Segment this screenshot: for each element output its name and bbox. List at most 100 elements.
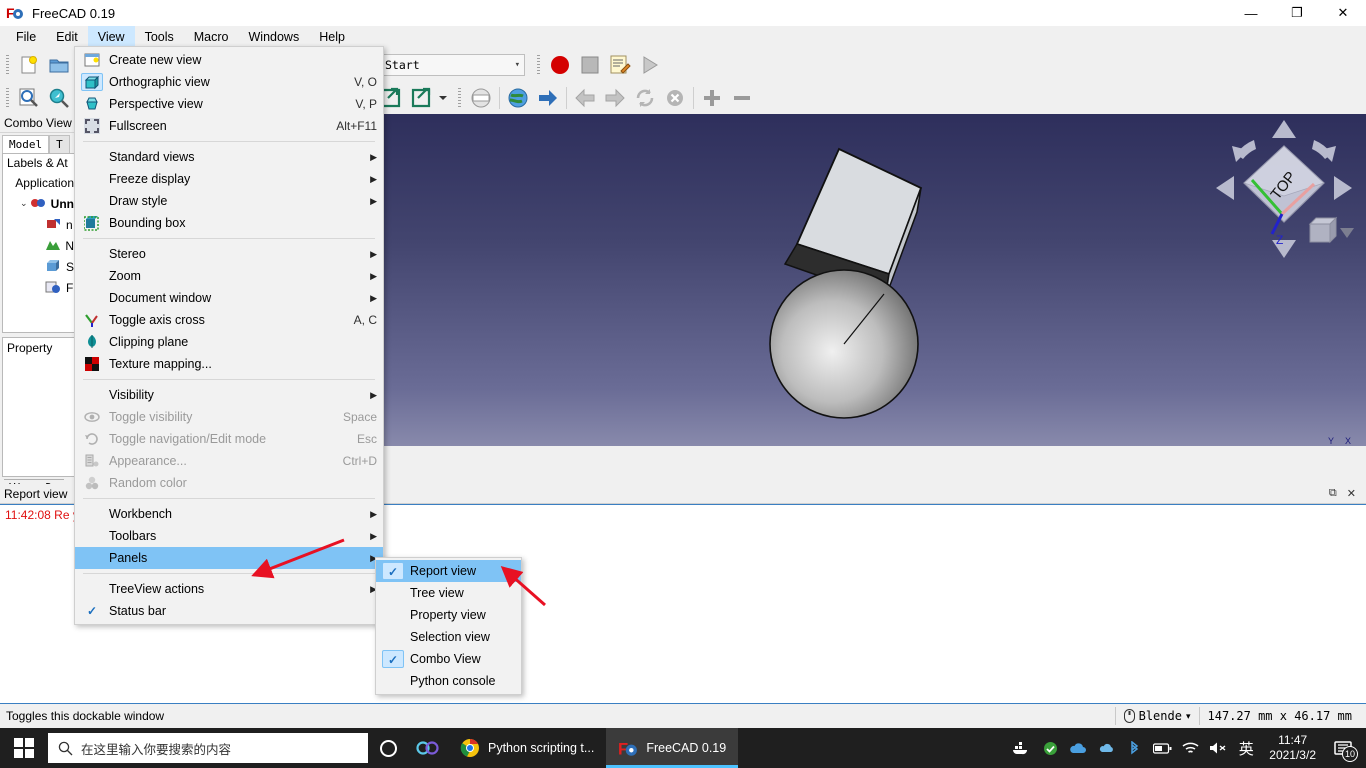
maximize-button[interactable]: ❐: [1274, 0, 1320, 26]
zoom-area-icon[interactable]: [44, 84, 74, 112]
ime-icon[interactable]: 英: [1233, 728, 1259, 768]
workbench-selector[interactable]: Start ▾: [360, 53, 525, 76]
panels-menu-item-property-view[interactable]: Property view: [376, 604, 521, 626]
toolbar-grip[interactable]: [4, 86, 12, 110]
zoom-in-icon[interactable]: [697, 84, 727, 112]
clock-time: 11:47: [1278, 733, 1308, 747]
tree-item[interactable]: Application: [3, 172, 74, 193]
tree-item[interactable]: N: [3, 235, 74, 256]
combo-view-tab-t[interactable]: T: [49, 135, 70, 153]
toolbar-grip[interactable]: [456, 86, 464, 110]
new-document-icon[interactable]: [14, 51, 44, 79]
browser-icon[interactable]: [466, 84, 496, 112]
menu-item-panels[interactable]: Panels ▶: [75, 547, 383, 569]
chevron-down-icon[interactable]: [436, 84, 450, 112]
menu-item-create-new-view[interactable]: Create new view: [75, 49, 383, 71]
menu-item-zoom[interactable]: Zoom ▶: [75, 265, 383, 287]
chevron-down-icon[interactable]: ⌄: [17, 198, 30, 209]
menubar-item-tools[interactable]: Tools: [135, 26, 184, 48]
property-header: Property: [7, 341, 53, 355]
battery-meter-icon[interactable]: [1149, 728, 1175, 768]
cortana-icon[interactable]: [368, 728, 408, 768]
menubar-item-file[interactable]: File: [6, 26, 46, 48]
wifi-icon[interactable]: [1177, 728, 1203, 768]
zoom-out-icon[interactable]: [727, 84, 757, 112]
toolbar-grip[interactable]: [535, 53, 543, 77]
import-icon[interactable]: [406, 84, 436, 112]
open-folder-icon[interactable]: [44, 51, 74, 79]
combo-view-tab-model[interactable]: Model: [2, 135, 50, 153]
bluetooth-icon[interactable]: [1121, 728, 1147, 768]
panels-menu-item-report-view[interactable]: ✓ Report view: [376, 560, 521, 582]
menu-item-clipping-plane[interactable]: Clipping plane: [75, 331, 383, 353]
panels-menu-item-selection-view[interactable]: Selection view: [376, 626, 521, 648]
menu-item-freeze-display[interactable]: Freeze display ▶: [75, 168, 383, 190]
menu-item-workbench[interactable]: Workbench ▶: [75, 503, 383, 525]
report-view-title: Report view: [4, 486, 68, 501]
menu-item-status-bar[interactable]: ✓ Status bar: [75, 600, 383, 622]
navigation-cube[interactable]: TOP Z: [1214, 118, 1354, 266]
property-editor[interactable]: Property: [2, 337, 75, 477]
menu-item-perspective-view[interactable]: Perspective view V, P: [75, 93, 383, 115]
macro-record-icon[interactable]: [545, 51, 575, 79]
taskbar-app-chrome[interactable]: Python scripting t...: [448, 728, 606, 768]
stop-icon[interactable]: [660, 84, 690, 112]
notifications-icon[interactable]: 10: [1326, 728, 1360, 768]
taskbar-search-box[interactable]: 在这里输入你要搜索的内容: [48, 733, 368, 763]
volume-mute-icon[interactable]: [1205, 728, 1231, 768]
menu-item-fullscreen[interactable]: Fullscreen Alt+F11: [75, 115, 383, 137]
restore-icon[interactable]: ⧉: [1329, 487, 1337, 500]
menubar-item-help[interactable]: Help: [309, 26, 355, 48]
menubar-item-edit[interactable]: Edit: [46, 26, 88, 48]
sphere-solid: [769, 269, 919, 419]
menu-item-stereo[interactable]: Stereo ▶: [75, 243, 383, 265]
back-icon[interactable]: [570, 84, 600, 112]
menu-item-bounding-box[interactable]: Bounding box: [75, 212, 383, 234]
menu-item-texture-mapping[interactable]: Texture mapping...: [75, 353, 383, 375]
macro-stop-icon[interactable]: [575, 51, 605, 79]
docker-icon[interactable]: [1009, 728, 1035, 768]
taskbar-clock[interactable]: 11:47 2021/3/2: [1261, 733, 1324, 763]
reload-icon[interactable]: [630, 84, 660, 112]
menubar-item-windows[interactable]: Windows: [239, 26, 310, 48]
menu-item-standard-views[interactable]: Standard views ▶: [75, 146, 383, 168]
zoom-fit-icon[interactable]: [14, 84, 44, 112]
cloud-icon[interactable]: [1093, 728, 1119, 768]
panels-menu-item-python-console[interactable]: Python console: [376, 670, 521, 692]
go-icon[interactable]: [533, 84, 563, 112]
tree-item[interactable]: S: [3, 256, 74, 277]
tree-item[interactable]: ⌄ Unn: [3, 193, 74, 214]
menu-item-visibility[interactable]: Visibility ▶: [75, 384, 383, 406]
forward-icon[interactable]: [600, 84, 630, 112]
taskbar-app-label: FreeCAD 0.19: [646, 741, 727, 755]
menu-item-toolbars[interactable]: Toolbars ▶: [75, 525, 383, 547]
menu-item-toggle-axis-cross[interactable]: Toggle axis cross A, C: [75, 309, 383, 331]
menu-item-document-window[interactable]: Document window ▶: [75, 287, 383, 309]
menu-item-treeview-actions[interactable]: TreeView actions ▶: [75, 578, 383, 600]
close-button[interactable]: ✕: [1320, 0, 1366, 26]
menu-item-draw-style[interactable]: Draw style ▶: [75, 190, 383, 212]
shield-check-icon[interactable]: [1037, 728, 1063, 768]
menu-item-label: Fullscreen: [109, 119, 167, 133]
panels-menu-item-label: Combo View: [410, 652, 481, 666]
minimize-button[interactable]: —: [1228, 0, 1274, 26]
task-view-icon[interactable]: [408, 728, 448, 768]
windows-start-icon[interactable]: [0, 728, 48, 768]
macro-edit-icon[interactable]: [605, 51, 635, 79]
close-icon[interactable]: ✕: [1347, 487, 1356, 500]
tree-item[interactable]: F: [3, 277, 74, 298]
navigation-style-selector[interactable]: Blende ▾: [1114, 707, 1199, 725]
macro-execute-icon[interactable]: [635, 51, 665, 79]
menubar-item-macro[interactable]: Macro: [184, 26, 239, 48]
taskbar-app-freecad[interactable]: F FreeCAD 0.19: [606, 728, 739, 768]
menu-item-orthographic-view[interactable]: Orthographic view V, O: [75, 71, 383, 93]
globe-icon[interactable]: [503, 84, 533, 112]
onedrive-icon[interactable]: [1065, 728, 1091, 768]
tree-item[interactable]: n: [3, 214, 74, 235]
panels-submenu-popup: ✓ Report view Tree view Property view Select…: [375, 557, 522, 695]
panels-menu-item-combo-view[interactable]: ✓ Combo View: [376, 648, 521, 670]
panels-menu-item-tree-view[interactable]: Tree view: [376, 582, 521, 604]
model-tree[interactable]: Labels & At Application ⌄ Unn n N S F: [2, 153, 75, 333]
menubar-item-view[interactable]: View: [87, 26, 135, 48]
toolbar-grip[interactable]: [4, 53, 12, 77]
